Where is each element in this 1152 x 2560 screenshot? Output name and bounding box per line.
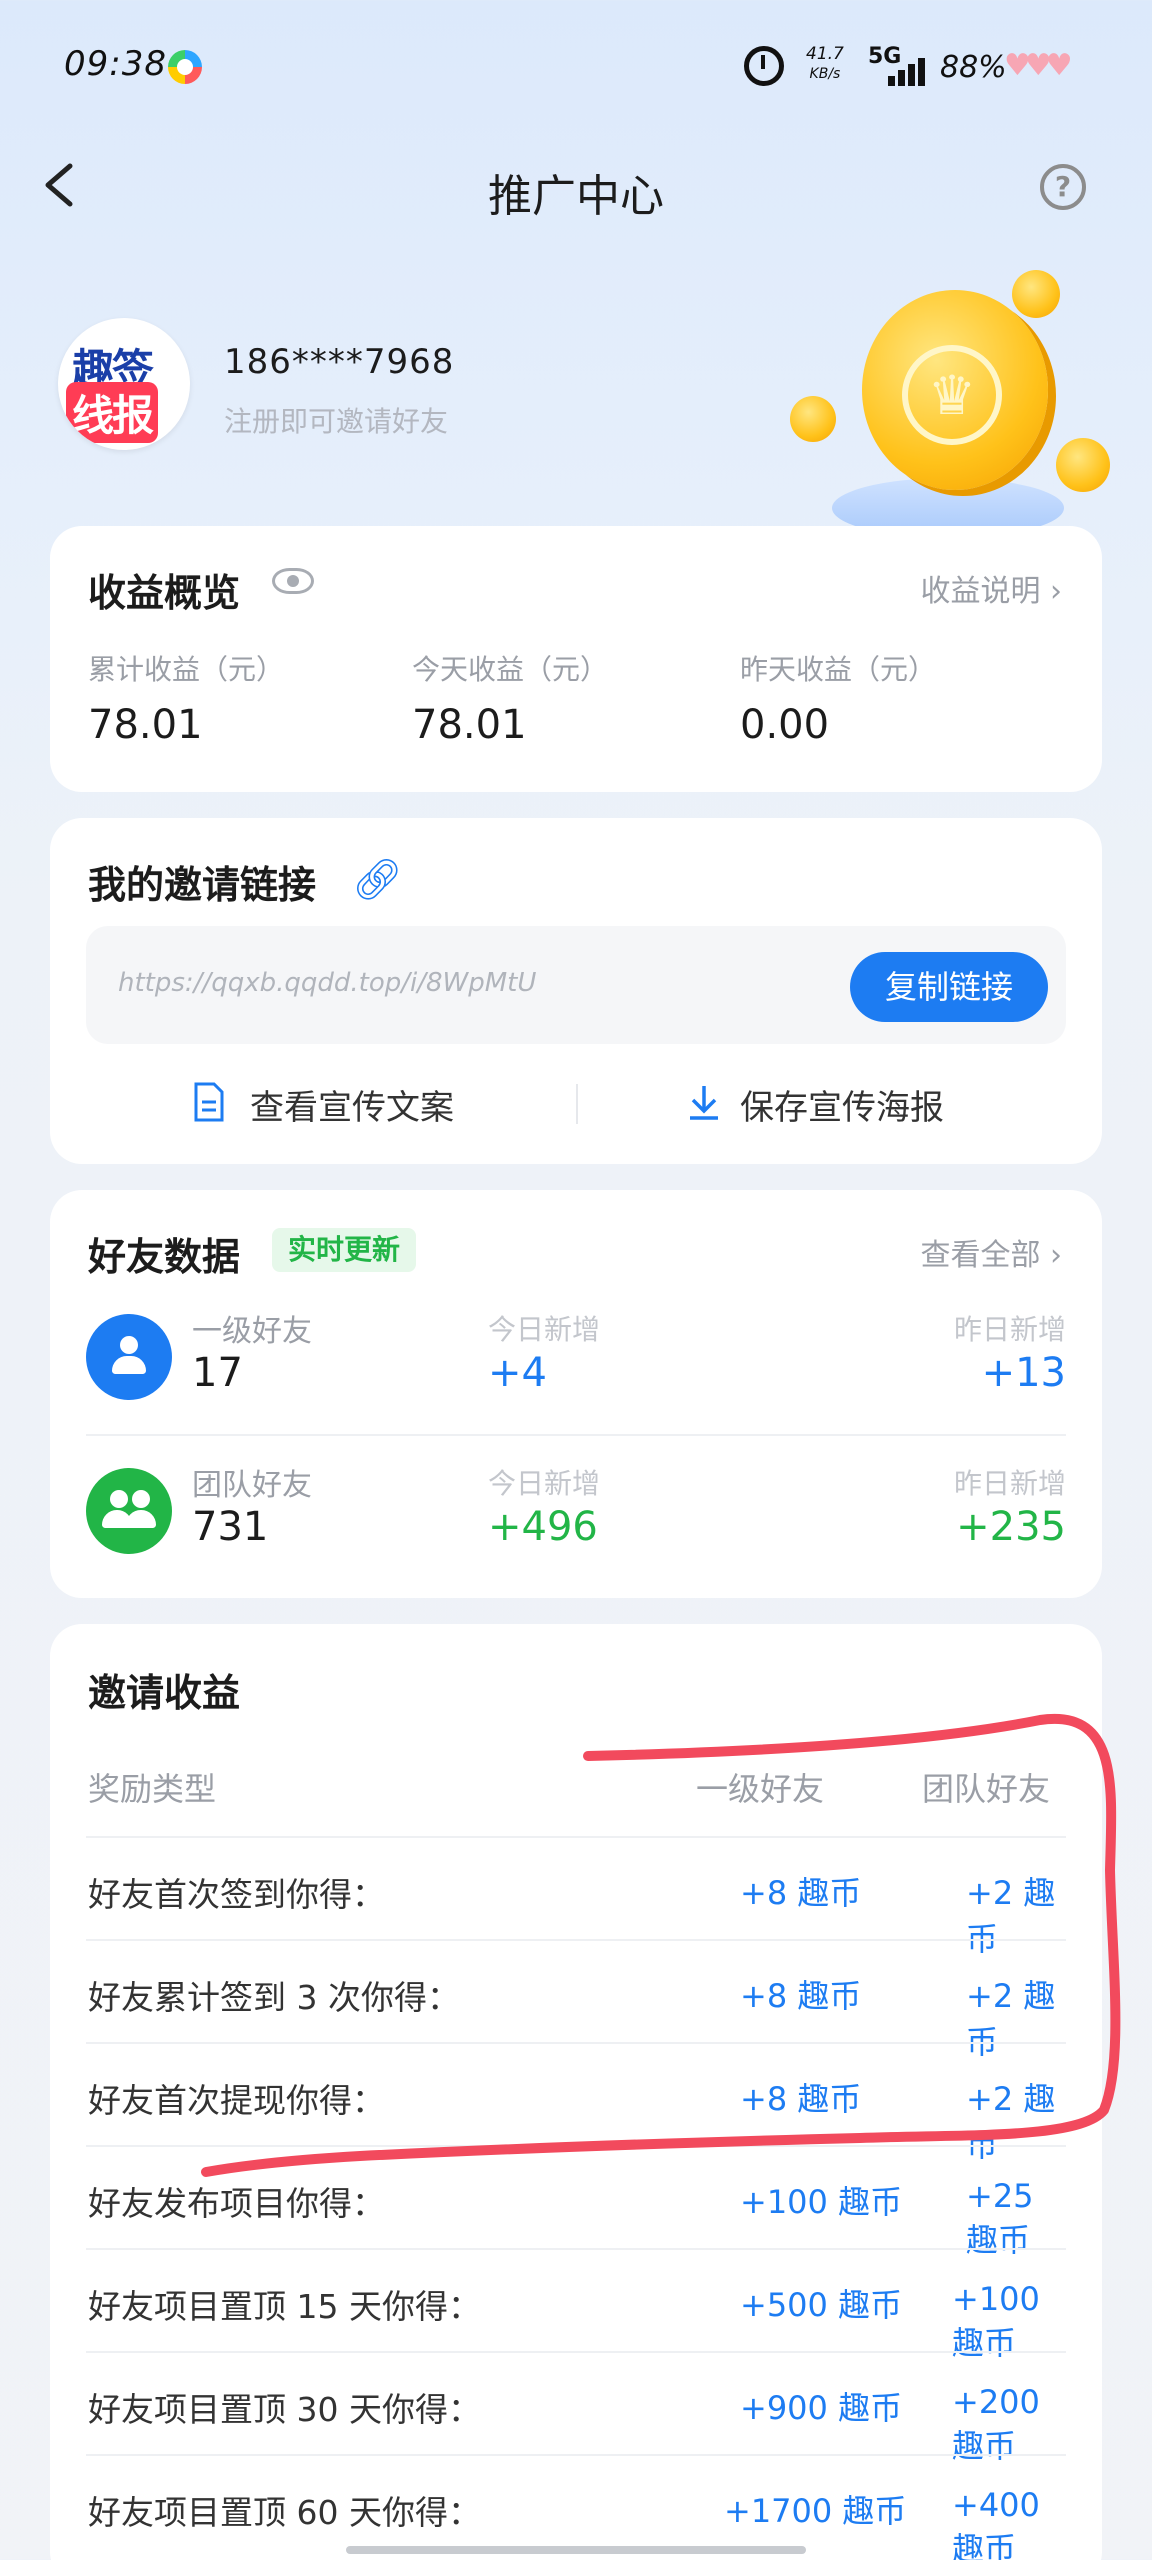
battery-level: 88% [940, 50, 1007, 85]
coin-icon [1056, 438, 1110, 492]
team-friends-label: 团队好友 [192, 1468, 312, 1503]
level1-today-label: 今日新增 [488, 1313, 601, 1346]
download-icon [686, 1082, 722, 1131]
view-all-link[interactable]: 查看全部 › [920, 1230, 1062, 1274]
realtime-badge: 实时更新 [272, 1228, 417, 1272]
register-tip: 注册即可邀请好友 [224, 405, 449, 438]
page-title: 推广中心 [488, 171, 664, 222]
chevron-right-icon: › [1040, 574, 1062, 609]
coin-icon [1012, 270, 1060, 318]
document-icon [192, 1082, 226, 1131]
today-earnings-value: 78.01 [412, 702, 527, 748]
help-button[interactable]: ? [1040, 164, 1086, 210]
total-earnings-value: 78.01 [88, 702, 203, 748]
friend-data-card: 好友数据 实时更新 查看全部 › 一级好友 17 今日新增 +4 昨日新增 +1… [50, 1190, 1102, 1598]
user-phone: 186****7968 [224, 342, 455, 382]
team-friends-count: 731 [192, 1504, 269, 1550]
friend-data-title: 好友数据 [88, 1235, 241, 1279]
invite-link-card: 我的邀请链接 🔗︎ https://qqxb.qqdd.top/i/8WpMtU… [50, 818, 1102, 1164]
save-poster-button[interactable]: 保存宣传海报 [740, 1080, 944, 1129]
yesterday-earnings-label: 昨天收益（元） [740, 653, 937, 686]
reward-row: 好友首次签到你得： +8 趣币 +2 趣币 [86, 1836, 1066, 1958]
divider [86, 1434, 1066, 1436]
app-logo-avatar: 趣签 线报 [58, 318, 190, 450]
team-icon [86, 1468, 172, 1554]
team-yesterday-value: +235 [956, 1504, 1066, 1550]
copy-link-button[interactable]: 复制链接 [850, 952, 1048, 1022]
reward-row: 好友发布项目你得： +100 趣币 +25 趣币 [86, 2145, 1066, 2259]
invite-rewards-title: 邀请收益 [88, 1671, 241, 1715]
earnings-overview-card: 收益概览 收益说明 › 累计收益（元） 78.01 今天收益（元） 78.01 … [50, 526, 1102, 792]
status-time: 09:38 [64, 44, 167, 84]
eye-icon[interactable] [272, 568, 314, 594]
level1-header: 一级好友 [696, 1770, 825, 1808]
level1-today-value: +4 [488, 1350, 547, 1396]
team-header: 团队好友 [922, 1770, 1051, 1808]
invite-url: https://qqxb.qqdd.top/i/8WpMtU [118, 968, 537, 998]
coin-illustration: ♛ [862, 290, 1048, 490]
team-yesterday-label: 昨日新增 [953, 1467, 1066, 1500]
level1-friends-label: 一级好友 [192, 1314, 312, 1349]
reward-type-header: 奖励类型 [88, 1770, 217, 1808]
level1-yesterday-value: +13 [981, 1350, 1066, 1396]
heart-icon: ♥♥♥ [1004, 48, 1073, 83]
back-button[interactable] [36, 160, 86, 210]
invite-url-box: https://qqxb.qqdd.top/i/8WpMtU 复制链接 [86, 926, 1066, 1044]
view-promo-copy-button[interactable]: 查看宣传文案 [250, 1080, 454, 1129]
today-earnings-label: 今天收益（元） [412, 653, 609, 686]
level1-yesterday-label: 昨日新增 [953, 1313, 1066, 1346]
app-notification-icon [168, 50, 202, 84]
reward-row: 好友首次提现你得： +8 趣币 +2 趣币 [86, 2042, 1066, 2164]
invite-rewards-card: 邀请收益 奖励类型 一级好友 团队好友 好友首次签到你得： +8 趣币 +2 趣… [50, 1624, 1102, 2560]
team-today-value: +496 [488, 1504, 598, 1550]
reward-row: 好友累计签到 3 次你得： +8 趣币 +2 趣币 [86, 1939, 1066, 2061]
coin-icon [790, 396, 836, 442]
chevron-right-icon: › [1040, 1238, 1062, 1273]
level1-friends-count: 17 [192, 1350, 243, 1396]
alarm-icon [744, 46, 784, 86]
invite-link-title: 我的邀请链接 [88, 863, 317, 907]
total-earnings-label: 累计收益（元） [88, 653, 285, 686]
home-indicator[interactable] [346, 2546, 806, 2554]
network-speed: 41.7 KB/s [806, 44, 844, 82]
reward-row: 好友项目置顶 30 天你得： +900 趣币 +200 趣币 [86, 2351, 1066, 2465]
crown-icon: ♛ [902, 345, 1002, 445]
divider [576, 1084, 578, 1124]
team-today-label: 今日新增 [488, 1467, 601, 1500]
link-icon: 🔗︎ [352, 857, 403, 903]
user-icon [86, 1314, 172, 1400]
reward-row: 好友项目置顶 15 天你得： +500 趣币 +100 趣币 [86, 2248, 1066, 2362]
earnings-title: 收益概览 [88, 571, 241, 615]
chevron-left-icon [45, 163, 73, 207]
signal-icon [884, 56, 928, 86]
yesterday-earnings-value: 0.00 [740, 702, 830, 748]
earnings-explain-link[interactable]: 收益说明 › [920, 566, 1062, 610]
reward-row: 好友项目置顶 60 天你得： +1700 趣币 +400 趣币 [86, 2454, 1066, 2560]
